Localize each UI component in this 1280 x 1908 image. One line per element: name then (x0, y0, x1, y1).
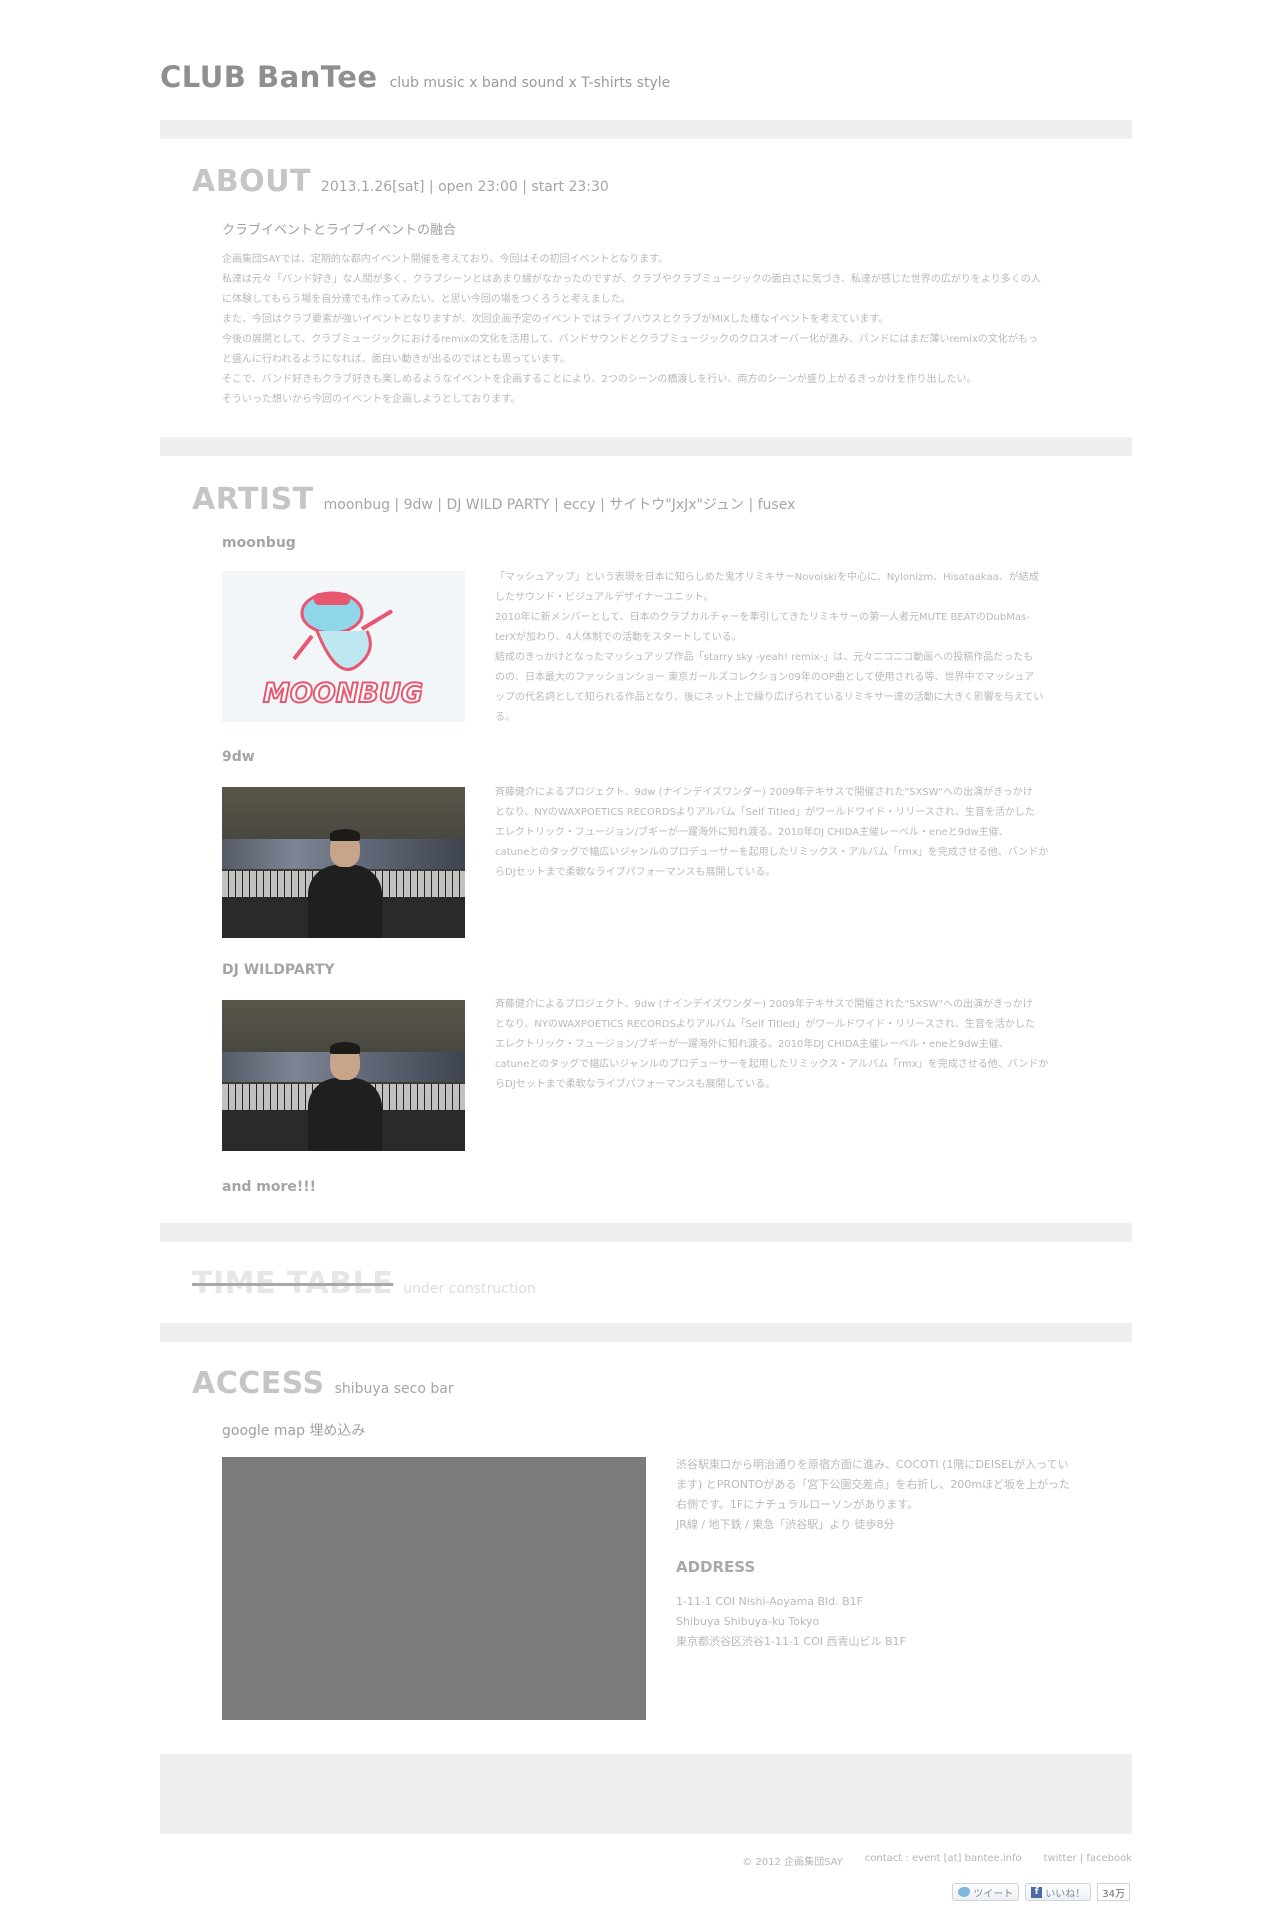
bio-line: ップの代名詞として知られる作品となり、後にネット上で繰り広げられているリミキサー… (495, 692, 1044, 703)
about-line: に体験してもらう場を自分達でも作ってみたい、と思い今回の場をつくろうと考えました… (222, 294, 631, 305)
bio-line: catuneとのタッグで幅広いジャンルのプロデューサーを起用したリミックス・アル… (495, 1059, 1049, 1070)
access-header: ACCESS shibuya seco bar (192, 1366, 454, 1401)
about-line: 私達は元々「バンド好き」な人間が多く、クラブシーンとはあまり縁がなかったのですが… (222, 274, 1041, 285)
artist-list: moonbug | 9dw | DJ WILD PARTY | eccy | サ… (323, 497, 796, 513)
person-hair (330, 829, 360, 841)
about-line: と盛んに行われるようになれば、面白い動きが出るのではとも思っています。 (222, 354, 570, 365)
footer-info: © 2012 企画集団SAY contact : event [at] bant… (742, 1853, 1132, 1868)
directions-line: JR線 / 地下鉄 / 東急「渋谷駅」より 徒歩8分 (676, 1518, 895, 1531)
and-more: and more!!! (222, 1179, 317, 1195)
bio-line: エレクトリック・フュージョン/ブギーが一躍海外に知れ渡る。2010年DJ CHI… (495, 827, 1009, 838)
access-venue: shibuya seco bar (334, 1381, 454, 1397)
about-line: そういった想いから今回のイベントを企画しようとしております。 (222, 394, 521, 405)
artist-name-dj-wildparty: DJ WILDPARTY (222, 962, 335, 978)
about-line: 今後の展開として、クラブミュージックにおけるremixの文化を活用して、バンドサ… (222, 334, 1038, 345)
dj-wildparty-bio: 斉藤健介によるプロジェクト、9dw (ナインデイズワンダー) 2009年テキサス… (495, 995, 1095, 1095)
footer-bar (160, 1754, 1132, 1834)
moonbug-logo-image: MOONBUG (222, 571, 465, 722)
address-line: 1-11-1 COI Nishi-Aoyama Bld. B1F (676, 1595, 863, 1608)
artist-name-moonbug: moonbug (222, 535, 296, 551)
twitter-bird-icon (958, 1887, 971, 1897)
person-body (308, 1078, 382, 1151)
facebook-icon: f (1031, 1886, 1043, 1898)
about-header: ABOUT 2013.1.26[sat] | open 23:00 | star… (192, 164, 609, 199)
person-body (308, 865, 382, 938)
section-divider (160, 120, 1132, 139)
google-map-placeholder[interactable] (222, 1457, 646, 1720)
section-divider (160, 437, 1132, 456)
contact-info: contact : event [at] bantee.info (864, 1853, 1022, 1864)
access-directions: 渋谷駅東口から明治通りを原宿方面に進み、COCOTI (1階にDEISELが入っ… (676, 1455, 1096, 1535)
bio-line: 結成のきっかけとなったマッシュアップ作品「starry sky -yeah! r… (495, 652, 1034, 663)
map-label: google map 埋め込み (222, 1423, 366, 1439)
bio-line: 2010年に新メンバーとして、日本のクラブカルチャーを牽引してきたリミキサーの第… (495, 612, 1030, 623)
bio-line: エレクトリック・フュージョン/ブギーが一躍海外に知れ渡る。2010年DJ CHI… (495, 1039, 1009, 1050)
tweet-button[interactable]: ツイート (952, 1883, 1020, 1901)
timetable-status: under construction (403, 1281, 536, 1297)
artist-title: ARTIST (192, 482, 314, 517)
artist-header: ARTIST moonbug | 9dw | DJ WILD PARTY | e… (192, 482, 795, 517)
bio-line: となり、NYのWAXPOETICS RECORDSよりアルバム「Self Tit… (495, 807, 1035, 818)
about-text: 企画集団SAYでは、定期的な都内イベント開催を考えており、今回はその初回イベント… (222, 250, 1102, 410)
like-count: 34万 (1097, 1883, 1130, 1901)
directions-line: 右側です。1Fにナチュラルローソンがあります。 (676, 1498, 919, 1511)
dj-wildparty-photo (222, 1000, 465, 1151)
directions-line: ます) とPRONTOがある「宮下公園交差点」を右折し、200mほど坂を上がった (676, 1478, 1071, 1491)
moonbug-logo-text: MOONBUG (263, 678, 423, 709)
about-heading: クラブイベントとライブイベントの融合 (222, 223, 457, 238)
about-date: 2013.1.26[sat] | open 23:00 | start 23:3… (320, 179, 609, 195)
bio-line: terXが加わり、4人体制での活動をスタートしている。 (495, 632, 742, 643)
address-heading: ADDRESS (676, 1558, 756, 1576)
address-line: Shibuya Shibuya-ku Tokyo (676, 1615, 820, 1628)
bio-line: 「マッシュアップ」という表現を日本に知らしめた鬼才リミキサーNovoiskiを中… (495, 572, 1039, 583)
directions-line: 渋谷駅東口から明治通りを原宿方面に進み、COCOTI (1階にDEISELが入っ… (676, 1458, 1069, 1471)
bio-line: catuneとのタッグで幅広いジャンルのプロデューサーを起用したリミックス・アル… (495, 847, 1049, 858)
about-line: そこで、バンド好きもクラブ好きも楽しめるようなイベントを企画することにより、2つ… (222, 374, 977, 385)
social-links[interactable]: twitter | facebook (1044, 1853, 1132, 1868)
9dw-bio: 斉藤健介によるプロジェクト、9dw (ナインデイズワンダー) 2009年テキサス… (495, 783, 1095, 883)
access-title: ACCESS (192, 1366, 325, 1401)
person-hair (330, 1042, 360, 1054)
about-line: 企画集団SAYでは、定期的な都内イベント開催を考えており、今回はその初回イベント… (222, 254, 669, 265)
address-block: 1-11-1 COI Nishi-Aoyama Bld. B1F Shibuya… (676, 1592, 1096, 1652)
site-tagline: club music x band sound x T-shirts style (389, 75, 671, 91)
bio-line: る。 (495, 712, 515, 723)
bio-line: らDJセットまで柔軟なライブパフォーマンスも展開している。 (495, 867, 776, 878)
bio-line: 斉藤健介によるプロジェクト、9dw (ナインデイズワンダー) 2009年テキサス… (495, 999, 1033, 1010)
about-title: ABOUT (192, 164, 311, 199)
section-divider (160, 1323, 1132, 1342)
social-buttons: ツイート f いいね！ 34万 (952, 1883, 1130, 1901)
bio-line: 斉藤健介によるプロジェクト、9dw (ナインデイズワンダー) 2009年テキサス… (495, 787, 1033, 798)
moonbug-bio: 「マッシュアップ」という表現を日本に知らしめた鬼才リミキサーNovoiskiを中… (495, 568, 1095, 728)
tweet-label: ツイート (973, 1888, 1014, 1900)
about-line: また、今回はクラブ要素が強いイベントとなりますが、次回企画予定のイベントではライ… (222, 314, 889, 325)
section-divider (160, 1223, 1132, 1242)
bio-line: のの、日本最大のファッションショー 東京ガールズコレクション09年のOP曲として… (495, 672, 1035, 683)
artist-name-9dw: 9dw (222, 749, 255, 765)
9dw-photo (222, 787, 465, 938)
bio-line: らDJセットまで柔軟なライブパフォーマンスも展開している。 (495, 1079, 776, 1090)
address-line: 東京都渋谷区渋谷1-11-1 COI 西青山ビル B1F (676, 1635, 906, 1648)
site-header: CLUB BanTee club music x band sound x T-… (160, 60, 670, 94)
timetable-header: TIME TABLE under construction (192, 1266, 536, 1301)
like-label: いいね！ (1045, 1888, 1086, 1900)
bio-line: となり、NYのWAXPOETICS RECORDSよりアルバム「Self Tit… (495, 1019, 1035, 1030)
like-button[interactable]: f いいね！ (1025, 1883, 1092, 1901)
bio-line: したサウンド・ビジュアルデザイナーユニット。 (495, 592, 714, 603)
site-title[interactable]: CLUB BanTee (160, 60, 378, 94)
timetable-title: TIME TABLE (192, 1266, 394, 1301)
copyright: © 2012 企画集団SAY (742, 1857, 843, 1868)
